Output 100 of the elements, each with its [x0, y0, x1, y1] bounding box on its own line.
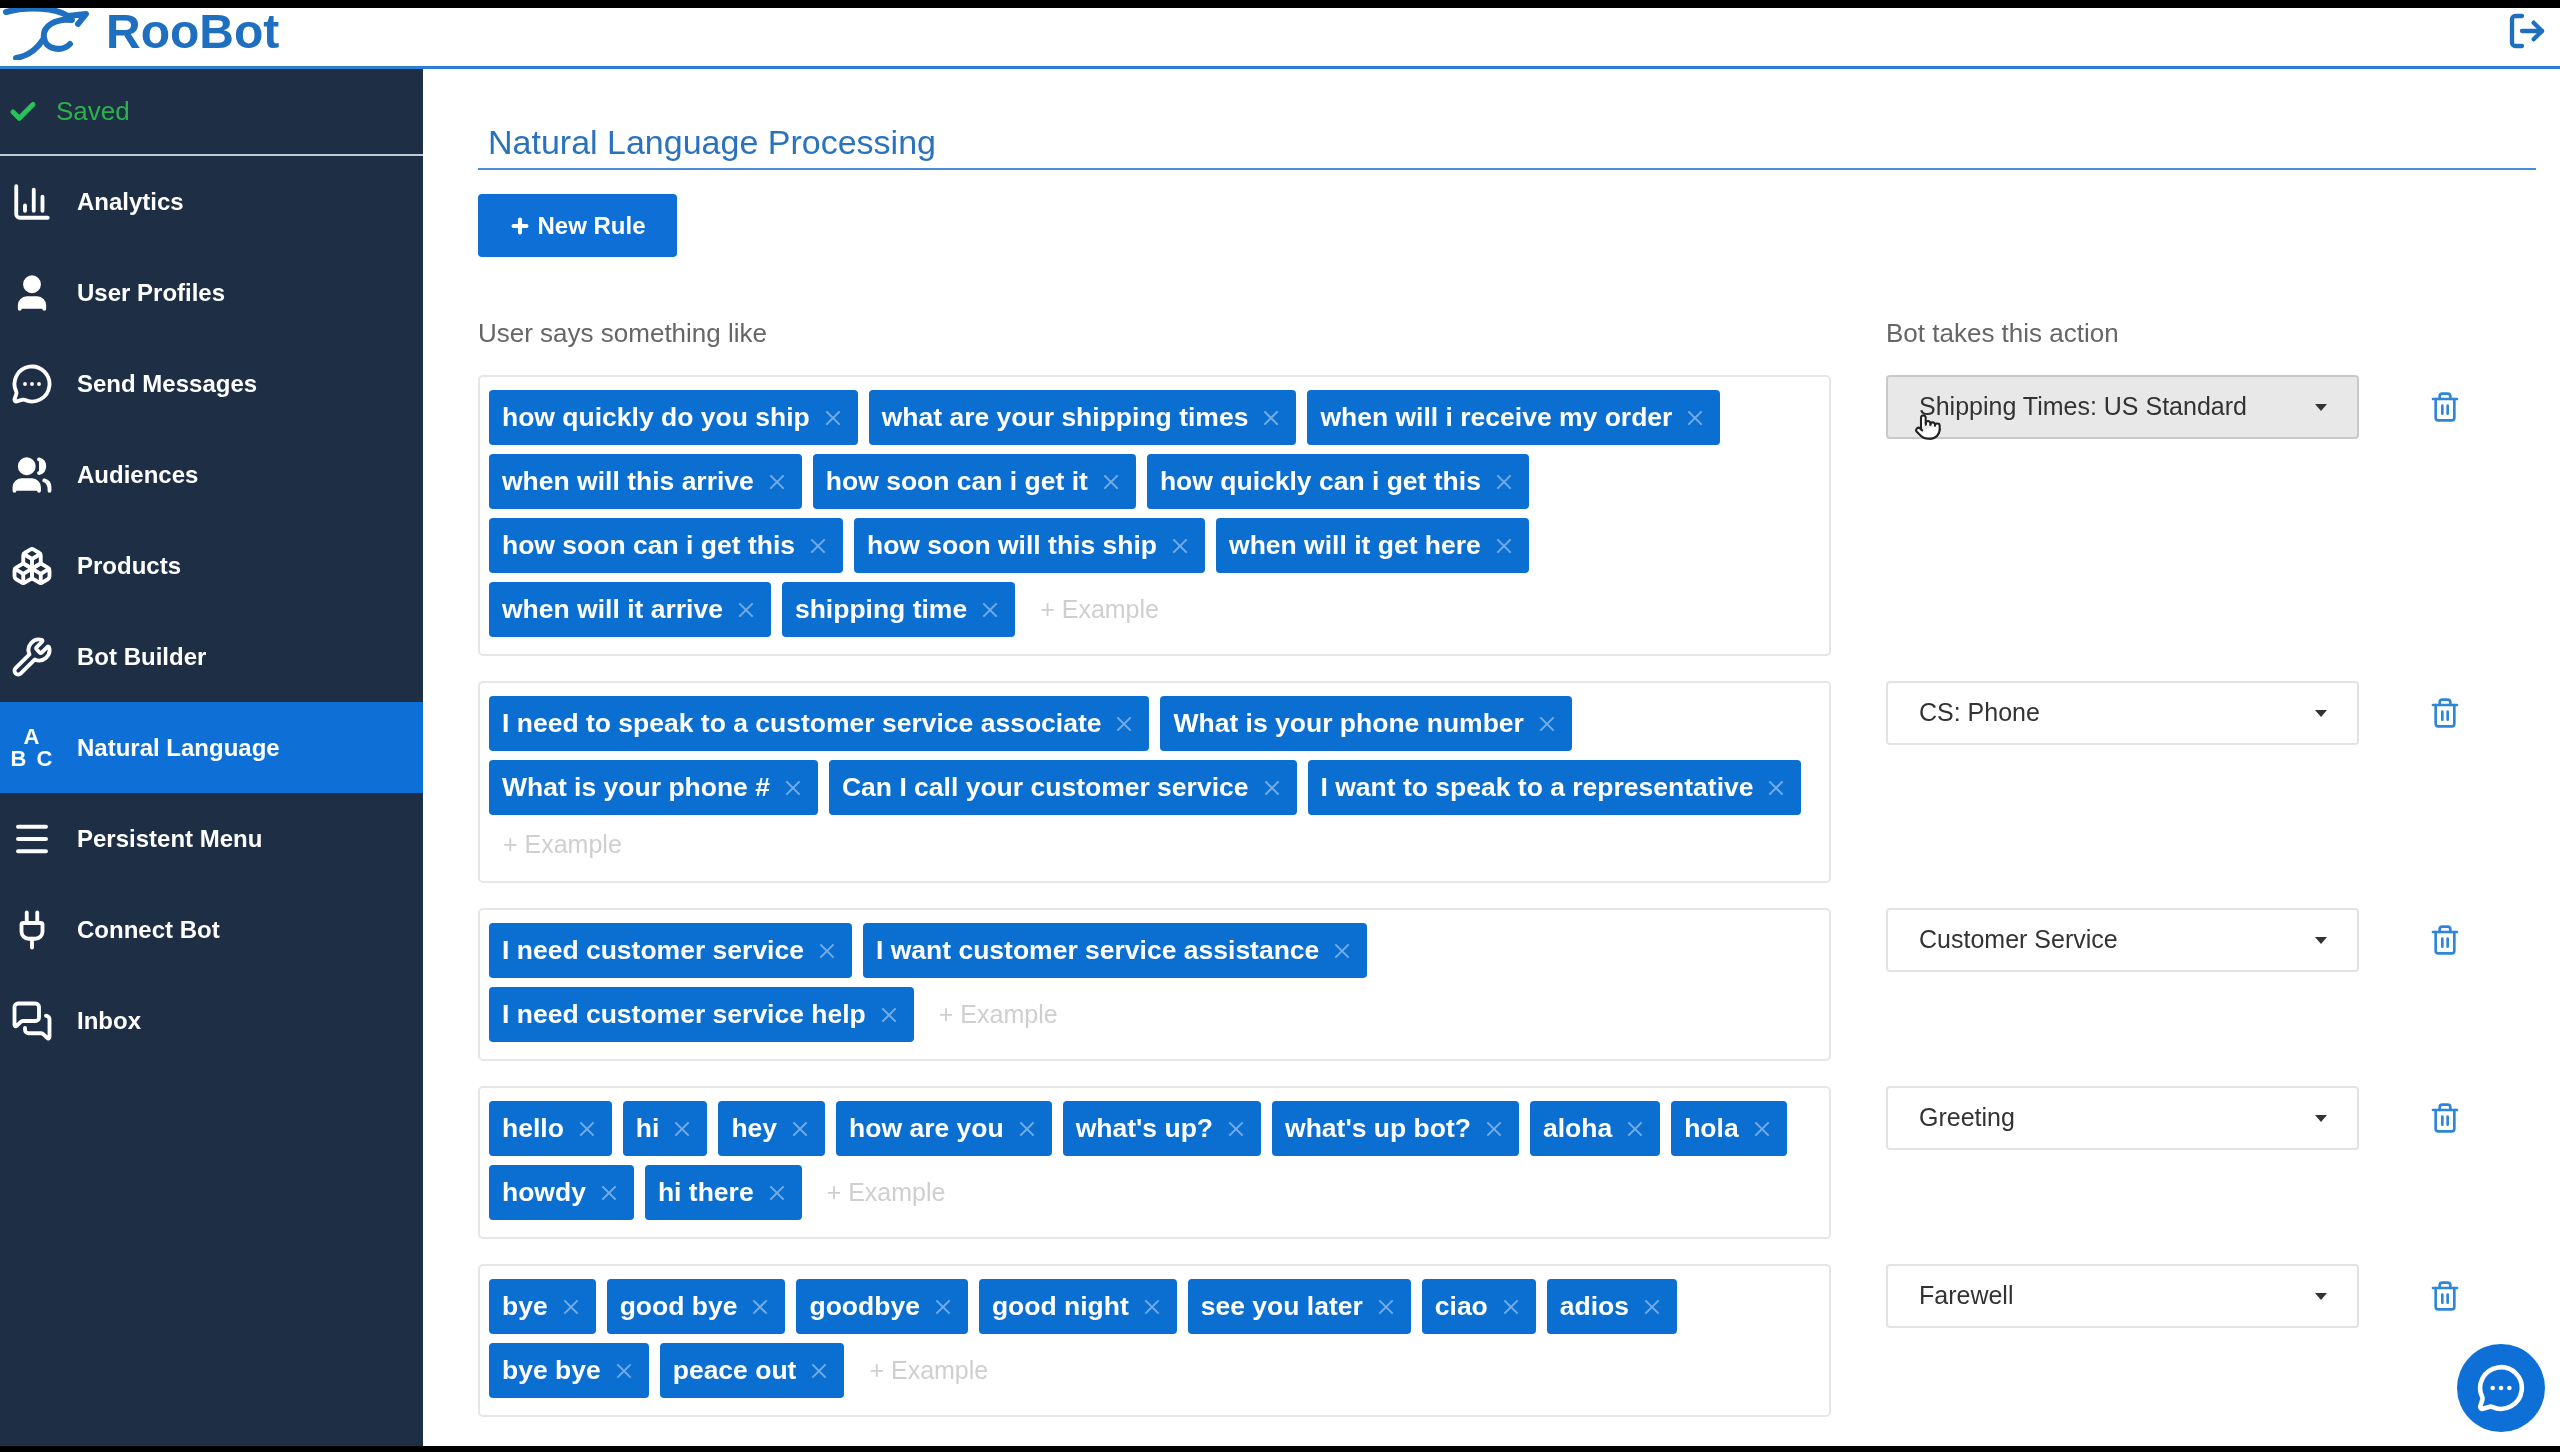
example-text: hola — [1684, 1115, 1739, 1142]
example-text: how quickly do you ship — [502, 404, 810, 431]
example-text: I want to speak to a representative — [1320, 774, 1754, 801]
close-icon[interactable] — [1018, 1120, 1035, 1137]
close-icon[interactable] — [1538, 715, 1555, 732]
close-icon[interactable] — [1102, 473, 1119, 490]
trash-icon[interactable] — [2429, 1278, 2461, 1314]
close-icon[interactable] — [1116, 715, 1133, 732]
close-icon[interactable] — [1753, 1120, 1770, 1137]
close-icon[interactable] — [810, 537, 826, 554]
close-icon[interactable] — [1172, 537, 1189, 554]
close-icon[interactable] — [811, 1362, 828, 1379]
nav-item[interactable]: Analytics — [0, 156, 423, 247]
action-dropdown[interactable]: Customer Service — [1886, 908, 2359, 972]
close-icon[interactable] — [784, 779, 801, 796]
example-text: howdy — [502, 1179, 586, 1206]
close-icon[interactable] — [1263, 779, 1280, 796]
example-text: aloha — [1542, 1115, 1613, 1142]
close-icon[interactable] — [1495, 473, 1512, 490]
example-text: see you later — [1200, 1293, 1363, 1320]
close-icon[interactable] — [1228, 1120, 1245, 1137]
close-icon[interactable] — [1495, 537, 1512, 554]
close-icon[interactable] — [1377, 1298, 1394, 1315]
close-icon[interactable] — [768, 473, 785, 490]
close-icon[interactable] — [1768, 779, 1785, 796]
nav-item[interactable]: User Profiles — [0, 247, 423, 338]
example-text: good night — [991, 1293, 1129, 1320]
close-icon[interactable] — [768, 1184, 785, 1201]
close-icon[interactable] — [1502, 1298, 1519, 1315]
close-icon[interactable] — [982, 601, 999, 618]
example-text: what are your shipping times — [881, 404, 1249, 431]
logo-text: RooBot — [106, 8, 280, 56]
caret-icon — [2315, 1114, 2327, 1122]
example-text: hey — [731, 1115, 778, 1142]
close-icon[interactable] — [737, 601, 754, 618]
close-icon[interactable] — [1334, 942, 1351, 959]
nav-item[interactable]: Audiences — [0, 429, 423, 520]
wrench-icon — [10, 635, 53, 678]
nav-item[interactable]: Inbox — [0, 975, 423, 1066]
new-rule-button[interactable]: New Rule — [478, 194, 677, 257]
example-text: Can I call your customer service — [841, 774, 1249, 801]
trash-icon[interactable] — [2429, 1100, 2461, 1136]
caret-icon — [2315, 1292, 2327, 1300]
example-text: hi — [635, 1115, 660, 1142]
nav-item[interactable]: Bot Builder — [0, 611, 423, 702]
close-icon[interactable] — [934, 1298, 951, 1315]
close-icon[interactable] — [1627, 1120, 1644, 1137]
close-icon[interactable] — [818, 942, 835, 959]
nav-item[interactable]: A B C Natural Language — [0, 702, 423, 793]
nav-item[interactable]: Persistent Menu — [0, 793, 423, 884]
close-icon[interactable] — [600, 1184, 617, 1201]
example-text: I want customer service assistance — [875, 937, 1320, 964]
nav-item[interactable]: Products — [0, 520, 423, 611]
example-text: what's up? — [1075, 1115, 1214, 1142]
page-title: Natural Language Processing — [488, 122, 937, 162]
close-icon[interactable] — [674, 1120, 691, 1137]
action-dropdown[interactable]: Shipping Times: US Standard — [1886, 375, 2359, 439]
example-text: good bye — [619, 1293, 738, 1320]
nav-item[interactable]: Send Messages — [0, 338, 423, 429]
nav-item[interactable]: Connect Bot — [0, 884, 423, 975]
action-dropdown[interactable]: Greeting — [1886, 1086, 2359, 1150]
example-text: ciao — [1434, 1293, 1488, 1320]
example-text: goodbye — [809, 1293, 920, 1320]
trash-icon[interactable] — [2429, 695, 2461, 731]
example-text: shipping time — [794, 596, 968, 623]
chat-bubble-icon — [2476, 1363, 2526, 1413]
example-text: when will i receive my order — [1320, 404, 1673, 431]
close-icon[interactable] — [1263, 409, 1280, 426]
close-icon[interactable] — [880, 1006, 897, 1023]
example-text: adios — [1559, 1293, 1630, 1320]
close-icon[interactable] — [824, 409, 841, 426]
example-text: when will it get here — [1229, 532, 1481, 559]
example-text: how are you — [849, 1115, 1004, 1142]
example-text: when will it arrive — [502, 596, 723, 623]
close-icon[interactable] — [1485, 1120, 1502, 1137]
caret-icon — [2315, 709, 2327, 717]
close-icon[interactable] — [1644, 1298, 1661, 1315]
close-icon[interactable] — [615, 1362, 632, 1379]
chat-bubbles-icon — [10, 999, 53, 1042]
example-text: how quickly can i get this — [1159, 468, 1481, 495]
example-text: when will this arrive — [502, 468, 754, 495]
close-icon[interactable] — [578, 1120, 595, 1137]
close-icon[interactable] — [562, 1298, 579, 1315]
caret-icon — [2315, 403, 2327, 411]
example-text: bye — [502, 1293, 548, 1320]
close-icon[interactable] — [1687, 409, 1704, 426]
close-icon[interactable] — [792, 1120, 809, 1137]
action-dropdown[interactable]: CS: Phone — [1886, 681, 2359, 745]
action-dropdown[interactable]: Farewell — [1886, 1264, 2359, 1328]
close-icon[interactable] — [1143, 1298, 1160, 1315]
trash-icon[interactable] — [2429, 922, 2461, 958]
close-icon[interactable] — [752, 1298, 769, 1315]
trash-icon[interactable] — [2429, 389, 2461, 425]
example-text: what's up bot? — [1285, 1115, 1471, 1142]
example-text: bye bye — [502, 1357, 601, 1384]
example-text: I need to speak to a customer service associate — [502, 710, 1102, 737]
example-text: peace out — [672, 1357, 797, 1384]
caret-icon — [2315, 936, 2327, 944]
boxes-icon — [10, 544, 53, 587]
logout-icon[interactable] — [2507, 11, 2547, 51]
